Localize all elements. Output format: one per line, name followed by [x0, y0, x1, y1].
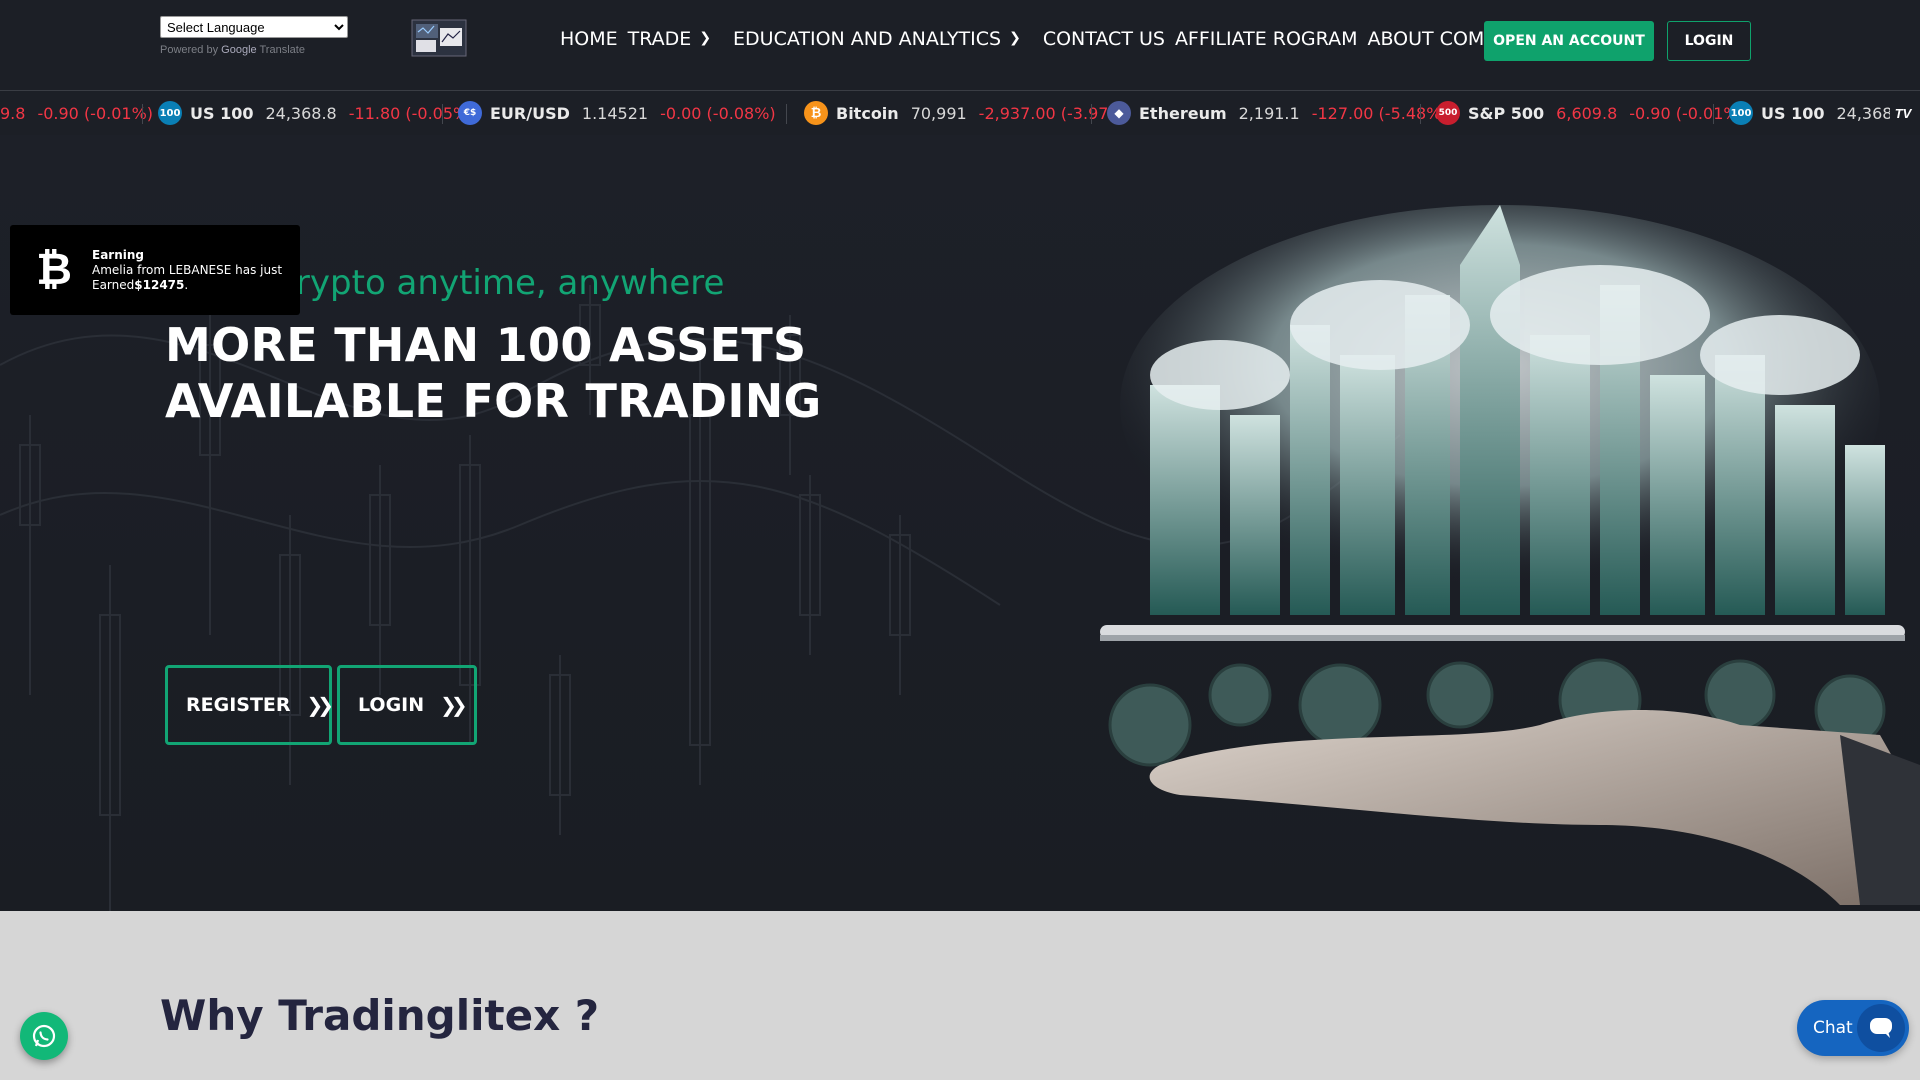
chevron-right-icon: ❯ — [1009, 30, 1021, 46]
nav-affiliate-program[interactable]: AFFILIATE ROGRAM — [1175, 28, 1358, 50]
open-account-button[interactable]: OPEN AN ACCOUNT — [1484, 21, 1654, 61]
site-header: Select Language Powered by Google Transl… — [0, 0, 1920, 90]
ticker-divider — [442, 104, 443, 124]
header-login-button[interactable]: LOGIN — [1667, 21, 1751, 61]
translate-link[interactable]: Translate — [260, 44, 305, 56]
why-section-title: Why Tradinglitex ? — [160, 991, 600, 1040]
bitcoin-icon: ₿ — [804, 101, 828, 125]
nav-trade[interactable]: TRADE ❯ — [628, 28, 711, 50]
chevron-right-icon: ❯ — [699, 30, 712, 46]
register-button[interactable]: REGISTER ❯❯ — [165, 665, 334, 745]
us100-icon: 100 — [158, 101, 182, 125]
ticker-item[interactable]: 500 S&P 500 6,609.8 -0.90 (-0.01%) — [1436, 91, 1745, 135]
site-logo[interactable] — [410, 18, 468, 60]
ethereum-icon: ◆ — [1107, 101, 1131, 125]
google-logo: Google — [221, 44, 257, 56]
ticker-divider — [142, 104, 143, 124]
main-nav: HOME TRADE ❯ EDUCATION AND ANALYTICS ❯ C… — [560, 26, 1553, 52]
why-section: Why Tradinglitex ? — [0, 911, 1920, 1080]
hero-login-button[interactable]: LOGIN ❯❯ — [337, 665, 477, 745]
us100-icon: 100 — [1729, 101, 1753, 125]
language-select[interactable]: Select Language — [160, 16, 348, 38]
notification-text: Earning Amelia from LEBANESE has just Ea… — [92, 247, 283, 292]
hero-title: MORE THAN 100 ASSETS AVAILABLE FOR TRADI… — [165, 318, 822, 428]
eurusd-flag-icon: €$ — [458, 101, 482, 125]
ticker-divider — [1091, 104, 1092, 124]
ticker-divider — [1420, 104, 1421, 124]
ticker-item[interactable]: 9.8 -0.90 (-0.01%) — [0, 91, 153, 135]
double-chevron-right-icon: ❯❯ — [306, 693, 334, 717]
nav-education-and-analytics[interactable]: EDUCATION AND ANALYTICS ❯ — [733, 28, 1021, 50]
google-translate-widget: Select Language Powered by Google Transl… — [160, 16, 348, 56]
ticker-item[interactable]: 100 US 100 24,368.8 -11.80 (-0.05%) — [158, 91, 474, 135]
earning-notification-popup[interactable]: ₿ Earning Amelia from LEBANESE has just … — [10, 225, 300, 315]
chat-widget-button[interactable]: Chat — [1797, 1000, 1909, 1056]
ticker-item[interactable]: €$ EUR/USD 1.14521 -0.00 (-0.08%) — [458, 91, 776, 135]
price-ticker-tape[interactable]: 9.8 -0.90 (-0.01%) 100 US 100 24,368.8 -… — [0, 90, 1920, 136]
ticker-divider — [1713, 104, 1714, 124]
city-on-hand-illustration — [1100, 205, 1920, 905]
nav-home[interactable]: HOME — [560, 28, 618, 50]
tradingview-logo-icon[interactable]: TV — [1890, 103, 1916, 123]
sp500-icon: 500 — [1436, 101, 1460, 125]
ticker-divider — [786, 104, 787, 124]
double-chevron-right-icon: ❯❯ — [440, 693, 467, 717]
ticker-item[interactable]: ₿ Bitcoin 70,991 -2,937.00 (-3.97% — [804, 91, 1124, 135]
nav-contact-us[interactable]: CONTACT US — [1043, 28, 1165, 50]
chat-bubble-icon — [1857, 1004, 1905, 1052]
ticker-item[interactable]: ◆ Ethereum 2,191.1 -127.00 (-5.48%) — [1107, 91, 1448, 135]
powered-by-google: Powered by Google Translate — [160, 44, 305, 56]
whatsapp-icon — [32, 1024, 56, 1048]
whatsapp-button[interactable] — [20, 1012, 68, 1060]
bitcoin-icon: ₿ — [36, 245, 72, 294]
